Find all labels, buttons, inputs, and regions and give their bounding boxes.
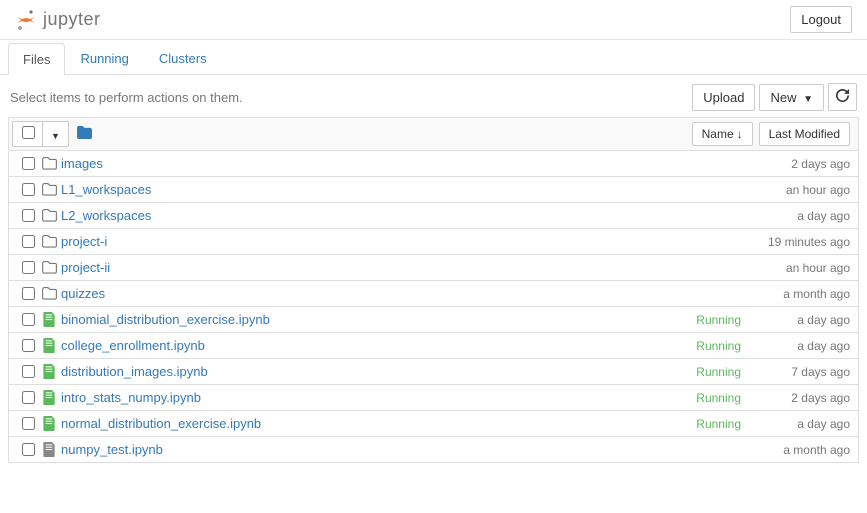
notebook-icon [39, 338, 59, 353]
modified-text: 19 minutes ago [755, 235, 850, 249]
folder-icon [77, 126, 92, 139]
row-checkbox[interactable] [22, 313, 35, 326]
folder-icon [39, 183, 59, 196]
row-checkbox[interactable] [22, 183, 35, 196]
tab-clusters[interactable]: Clusters [144, 42, 222, 74]
row-checkbox[interactable] [22, 339, 35, 352]
file-link[interactable]: intro_stats_numpy.ipynb [59, 390, 685, 405]
caret-down-icon: ▼ [803, 94, 813, 105]
instruction-text: Select items to perform actions on them. [10, 90, 243, 105]
file-link[interactable]: distribution_images.ipynb [59, 364, 685, 379]
tab-files[interactable]: Files [8, 43, 65, 75]
list-header: ▼ Name ↓ Last Modified [8, 117, 859, 151]
file-row: numpy_test.ipynb a month ago [8, 437, 859, 463]
modified-text: an hour ago [755, 261, 850, 275]
logo[interactable]: jupyter [15, 9, 101, 31]
notebook-icon [39, 442, 59, 457]
file-row: distribution_images.ipynbRunning7 days a… [8, 359, 859, 385]
row-checkbox[interactable] [22, 391, 35, 404]
row-checkbox[interactable] [22, 287, 35, 300]
file-row: normal_distribution_exercise.ipynbRunnin… [8, 411, 859, 437]
tab-running[interactable]: Running [65, 42, 143, 74]
new-button[interactable]: New ▼ [759, 84, 824, 111]
file-row: quizzes a month ago [8, 281, 859, 307]
folder-icon [39, 287, 59, 300]
file-row: L2_workspaces a day ago [8, 203, 859, 229]
folder-icon [39, 209, 59, 222]
file-row: intro_stats_numpy.ipynbRunning2 days ago [8, 385, 859, 411]
modified-text: a month ago [755, 443, 850, 457]
file-list: images2 days agoL1_workspacesan hour ago… [8, 151, 859, 463]
file-row: images 2 days ago [8, 151, 859, 177]
refresh-icon [836, 89, 849, 102]
row-checkbox[interactable] [22, 157, 35, 170]
brand-text: jupyter [43, 9, 101, 30]
file-link[interactable]: L1_workspaces [59, 182, 685, 197]
status-text: Running [685, 365, 755, 379]
file-row: college_enrollment.ipynbRunninga day ago [8, 333, 859, 359]
modified-text: 2 days ago [755, 157, 850, 171]
select-dropdown[interactable]: ▼ [43, 123, 68, 146]
status-text: Running [685, 339, 755, 353]
arrow-down-icon: ↓ [737, 127, 743, 141]
file-row: project-i 19 minutes ago [8, 229, 859, 255]
folder-icon [39, 235, 59, 248]
modified-text: 2 days ago [755, 391, 850, 405]
tab-bar: Files Running Clusters [0, 42, 867, 75]
notebook-icon [39, 390, 59, 405]
modified-text: a month ago [755, 287, 850, 301]
row-checkbox[interactable] [22, 365, 35, 378]
breadcrumb-root[interactable] [77, 126, 92, 142]
file-row: L1_workspaces an hour ago [8, 177, 859, 203]
modified-text: a day ago [755, 313, 850, 327]
select-all-group: ▼ [12, 121, 69, 147]
file-link[interactable]: project-i [59, 234, 685, 249]
jupyter-icon [15, 9, 37, 31]
file-link[interactable]: numpy_test.ipynb [59, 442, 685, 457]
status-text: Running [685, 417, 755, 431]
refresh-button[interactable] [828, 83, 857, 111]
status-text: Running [685, 391, 755, 405]
row-checkbox[interactable] [22, 209, 35, 222]
file-link[interactable]: images [59, 156, 685, 171]
file-link[interactable]: quizzes [59, 286, 685, 301]
row-checkbox[interactable] [22, 261, 35, 274]
notebook-icon [39, 416, 59, 431]
new-label: New [770, 90, 796, 105]
folder-icon [39, 157, 59, 170]
file-link[interactable]: project-ii [59, 260, 685, 275]
logout-button[interactable]: Logout [790, 6, 852, 33]
sort-name-button[interactable]: Name ↓ [692, 122, 753, 146]
modified-text: a day ago [755, 339, 850, 353]
sort-name-label: Name [702, 127, 734, 141]
status-text: Running [685, 313, 755, 327]
modified-text: 7 days ago [755, 365, 850, 379]
file-row: project-ii an hour ago [8, 255, 859, 281]
row-checkbox[interactable] [22, 235, 35, 248]
notebook-icon [39, 364, 59, 379]
file-link[interactable]: college_enrollment.ipynb [59, 338, 685, 353]
select-all-checkbox[interactable] [22, 126, 35, 139]
file-link[interactable]: normal_distribution_exercise.ipynb [59, 416, 685, 431]
sort-modified-button[interactable]: Last Modified [759, 122, 850, 146]
file-link[interactable]: binomial_distribution_exercise.ipynb [59, 312, 685, 327]
file-link[interactable]: L2_workspaces [59, 208, 685, 223]
file-row: binomial_distribution_exercise.ipynbRunn… [8, 307, 859, 333]
caret-down-icon: ▼ [51, 131, 60, 141]
upload-button[interactable]: Upload [692, 84, 755, 111]
folder-icon [39, 261, 59, 274]
row-checkbox[interactable] [22, 443, 35, 456]
row-checkbox[interactable] [22, 417, 35, 430]
modified-text: an hour ago [755, 183, 850, 197]
sort-modified-label: Last Modified [769, 127, 840, 141]
modified-text: a day ago [755, 417, 850, 431]
modified-text: a day ago [755, 209, 850, 223]
notebook-icon [39, 312, 59, 327]
